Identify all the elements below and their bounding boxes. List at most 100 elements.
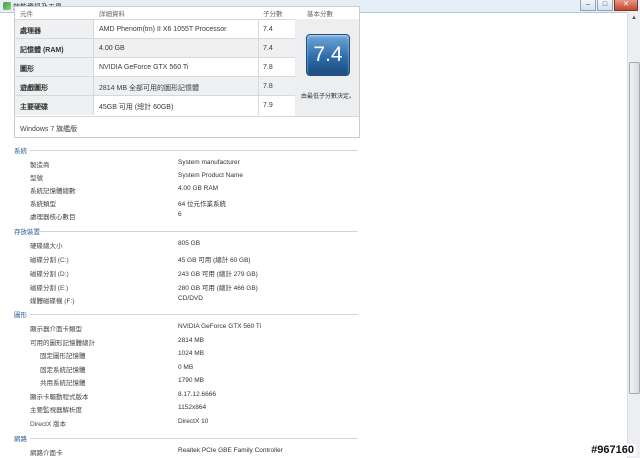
wei-row-score: 7.8 (263, 64, 273, 71)
section-divider (30, 150, 358, 151)
detail-value: 243 GB 可用 (總計 279 GB) (178, 271, 258, 278)
detail-key: 顯示器介面卡類型 (30, 326, 82, 333)
wei-row-label: 主要硬碟 (20, 104, 48, 111)
detail-key: 型號 (30, 175, 43, 182)
detail-value: 8.17.12.6666 (178, 391, 216, 398)
windows-edition-label: Windows 7 旗艦版 (20, 126, 78, 133)
wei-row-memory: 記憶體 (RAM) 4.00 GB 7.4 (15, 38, 296, 58)
detail-row: 顯示器介面卡類型 NVIDIA GeForce GTX 560 Ti (0, 323, 620, 333)
detail-key: 固定圖形記憶體 (40, 353, 86, 360)
wei-header: 元件 詳細資料 子分數 基本分數 (15, 7, 359, 19)
section-header-system: 系統 (14, 145, 358, 155)
detail-row: 共用系統記憶體 1790 MB (0, 377, 620, 387)
detail-value: System manufacturer (178, 159, 240, 166)
app-icon (3, 2, 11, 10)
detail-row: 顯示卡驅動程式版本 8.17.12.6666 (0, 391, 620, 401)
wei-row-label: 遊戲圖形 (20, 85, 48, 92)
detail-row: 型號 System Product Name (0, 172, 620, 182)
detail-value: 2814 MB (178, 337, 205, 344)
detail-key: 硬碟總大小 (30, 243, 63, 250)
detail-value: 280 GB 可用 (總計 466 GB) (178, 285, 258, 292)
detail-key: 可用的圖形記憶體總計 (30, 340, 95, 347)
wei-row-desc: 45GB 可用 (總計 60GB) (99, 104, 174, 111)
detail-key: 網路介面卡 (30, 450, 63, 457)
detail-row: 系統類型 64 位元作業系統 (0, 198, 620, 208)
detail-value: 1024 MB (178, 350, 205, 357)
detail-row: 可用的圖形記憶體總計 2814 MB (0, 337, 620, 347)
wei-row-label: 處理器 (20, 28, 41, 35)
wei-row-primary-disk: 主要硬碟 45GB 可用 (總計 60GB) 7.9 (15, 95, 296, 115)
detail-row: 硬碟總大小 805 GB (0, 240, 620, 250)
detail-row: 磁碟分割 (E:) 280 GB 可用 (總計 466 GB) (0, 282, 620, 292)
section-title: 存放裝置 (14, 229, 40, 236)
detail-row: 系統記憶體總數 4.00 GB RAM (0, 185, 620, 195)
section-title: 網路 (14, 436, 27, 443)
detail-key: 製造商 (30, 162, 50, 169)
detail-value: 0 MB (178, 364, 194, 371)
detail-row: 處理器核心數目 6 (0, 211, 620, 221)
detail-key: DirectX 版本 (30, 421, 67, 428)
detail-row: 網路介面卡 Realtek PCIe GBE Family Controller (0, 447, 620, 457)
detail-key: 固定系統記憶體 (40, 367, 86, 374)
watermark-label: #967160 (589, 444, 636, 456)
detail-key: 共用系統記憶體 (40, 380, 86, 387)
header-subscore: 子分數 (263, 11, 283, 18)
header-details: 詳細資料 (99, 11, 125, 18)
minimize-button[interactable]: – (580, 0, 596, 11)
detail-row: 製造商 System manufacturer (0, 159, 620, 169)
detail-value: 805 GB (178, 240, 201, 247)
scroll-thumb[interactable] (629, 62, 640, 394)
wei-row-desc: 4.00 GB (99, 45, 125, 52)
detail-value: 64 位元作業系統 (178, 201, 227, 208)
wei-row-label: 圖形 (20, 66, 34, 73)
detail-row: 磁碟分割 (D:) 243 GB 可用 (總計 279 GB) (0, 268, 620, 278)
section-header-graphics: 圖形 (14, 309, 358, 319)
detail-value: 1152x864 (178, 404, 207, 411)
wei-score-table: 元件 詳細資料 子分數 基本分數 處理器 AMD Phenom(tm) II X… (14, 6, 360, 138)
header-basescore: 基本分數 (307, 11, 333, 18)
detail-key: 磁碟分割 (C:) (30, 257, 69, 264)
scroll-up-arrow-icon[interactable]: ▲ (628, 12, 640, 24)
vertical-scrollbar[interactable]: ▲ ▼ (627, 12, 640, 458)
close-button[interactable]: ✕ (614, 0, 638, 11)
wei-row-gaming-graphics: 遊戲圖形 2814 MB 全部可用的圖形記憶體 7.8 (15, 76, 296, 96)
detail-value: System Product Name (178, 172, 244, 179)
wei-row-score: 7.9 (263, 102, 273, 109)
detail-key: 系統記憶體總數 (30, 188, 76, 195)
detail-value: Realtek PCIe GBE Family Controller (178, 447, 283, 454)
detail-value: CD/DVD (178, 295, 203, 302)
detail-value: 4.00 GB RAM (178, 185, 219, 192)
section-divider (30, 438, 358, 439)
detail-row: 固定圖形記憶體 1024 MB (0, 350, 620, 360)
section-title: 系統 (14, 148, 27, 155)
maximize-button[interactable]: □ (597, 0, 613, 11)
detail-key: 主要監視器解析度 (30, 407, 82, 414)
detail-row: DirectX 版本 DirectX 10 (0, 418, 620, 428)
detail-key: 顯示卡驅動程式版本 (30, 394, 89, 401)
detail-row: 固定系統記憶體 0 MB (0, 364, 620, 374)
detail-key: 媒體磁碟機 (F:) (30, 298, 75, 305)
section-header-storage: 存放裝置 (14, 226, 358, 236)
wei-row-desc: AMD Phenom(tm) II X6 1055T Processor (99, 26, 227, 33)
wei-row-score: 7.4 (263, 45, 273, 52)
wei-row-processor: 處理器 AMD Phenom(tm) II X6 1055T Processor… (15, 19, 296, 39)
wei-row-score: 7.8 (263, 83, 273, 90)
header-component: 元件 (20, 11, 33, 18)
wei-row-label: 記憶體 (RAM) (20, 47, 64, 54)
wei-row-score: 7.4 (263, 26, 273, 33)
base-score-badge: 7.4 (306, 34, 350, 76)
wei-row-desc: NVIDIA GeForce GTX 560 Ti (99, 64, 189, 71)
section-title: 圖形 (14, 312, 27, 319)
section-divider (38, 231, 358, 232)
detail-row: 主要監視器解析度 1152x864 (0, 404, 620, 414)
detail-key: 磁碟分割 (D:) (30, 271, 69, 278)
detail-key: 系統類型 (30, 201, 56, 208)
base-score-note: 由最低子分數決定。 (301, 94, 356, 100)
windows-edition: Windows 7 旗艦版 (15, 116, 359, 138)
wei-row-graphics: 圖形 NVIDIA GeForce GTX 560 Ti 7.8 (15, 57, 296, 77)
section-header-network: 網路 (14, 433, 358, 443)
detail-row: 磁碟分割 (C:) 45 GB 可用 (總計 60 GB) (0, 254, 620, 264)
detail-value: 45 GB 可用 (總計 60 GB) (178, 257, 251, 264)
section-divider (30, 314, 358, 315)
detail-value: 1790 MB (178, 377, 205, 384)
